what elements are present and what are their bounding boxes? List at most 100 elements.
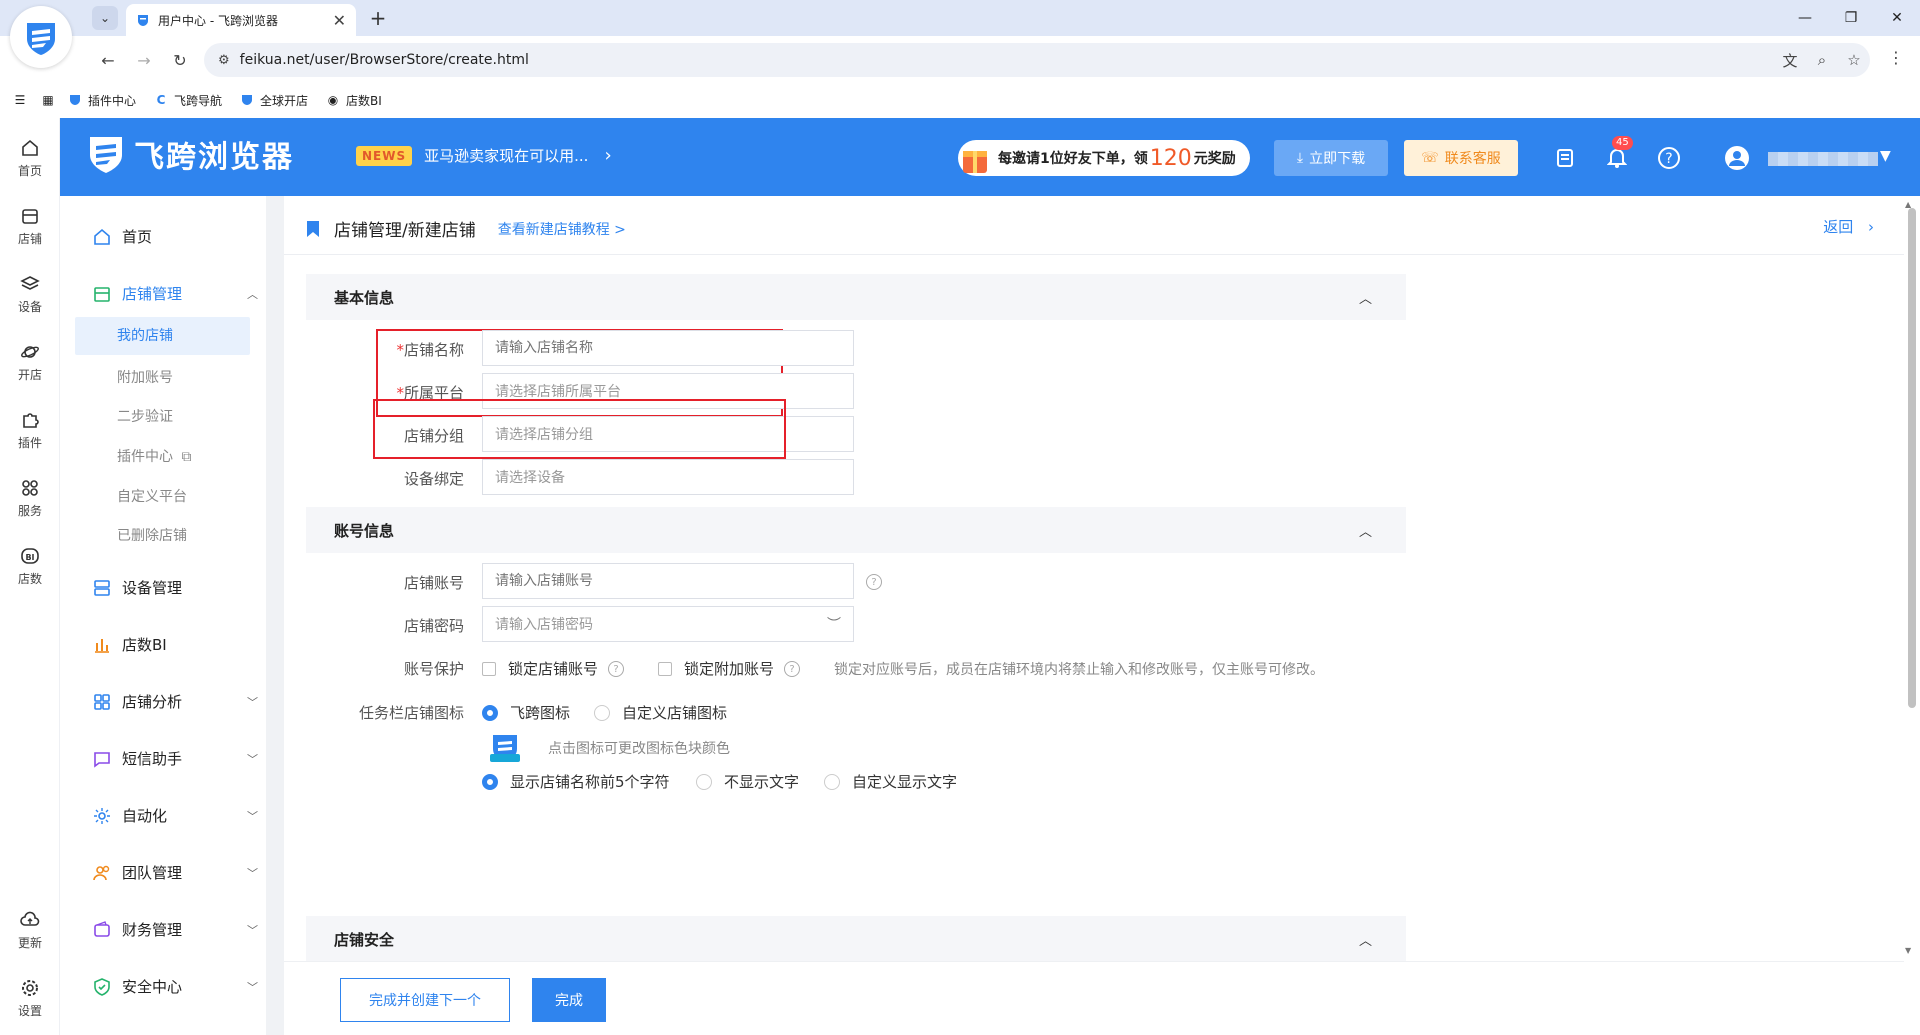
icon-feikua-label[interactable]: 飞跨图标 [510, 702, 570, 723]
rail-plugin[interactable]: 插件 [0, 410, 60, 451]
user-avatar-icon[interactable] [1724, 145, 1750, 171]
complete-and-create-next-button[interactable]: 完成并创建下一个 [340, 978, 510, 1022]
help-icon[interactable]: ? [784, 661, 800, 677]
document-icon[interactable] [1552, 145, 1578, 171]
reload-icon[interactable]: ↻ [168, 48, 192, 72]
chevron-up-icon[interactable]: ︿ [1359, 930, 1372, 949]
shield-logo-icon [27, 23, 55, 55]
rail-store[interactable]: 店铺 [0, 206, 60, 247]
download-button[interactable]: ⤓ 立即下载 [1274, 140, 1388, 176]
chevron-up-icon[interactable]: ︿ [1359, 521, 1372, 540]
sidebar-sub-2fa[interactable]: 二步验证 [117, 406, 173, 426]
sidebar-item-bi[interactable]: 店数BI [92, 634, 252, 655]
help-circle-icon[interactable]: ? [1656, 145, 1682, 171]
section-account-info[interactable]: 账号信息 ︿ [306, 507, 1406, 553]
rail-store-data[interactable]: BI 店数 [0, 546, 60, 587]
sidebar-item-finance[interactable]: 财务管理 ﹀ [92, 919, 258, 940]
account-input[interactable] [482, 563, 854, 599]
icon-feikua-radio[interactable] [482, 705, 498, 721]
tutorial-link[interactable]: 查看新建店铺教程 > [498, 219, 626, 239]
rail-open-store[interactable]: 开店 [0, 342, 60, 383]
sidebar-item-analysis[interactable]: 店铺分析 ﹀ [92, 691, 258, 712]
rail-update[interactable]: 更新 [0, 910, 60, 951]
bookmark-store-bi[interactable]: ◉ 店数BI [326, 92, 382, 109]
feikua-app-logo[interactable] [10, 6, 72, 68]
caret-down-icon[interactable]: ▼ [1880, 148, 1891, 164]
chevron-down-icon: ﹀ [247, 923, 258, 937]
store-taskbar-icon[interactable] [490, 732, 520, 764]
brand-logo[interactable]: 飞跨浏览器 [86, 132, 294, 176]
scroll-up-icon[interactable]: ▲ [1905, 200, 1911, 209]
icon-custom-label[interactable]: 自定义店铺图标 [622, 702, 727, 723]
browser-tab[interactable]: 用户中心 - 飞跨浏览器 ✕ [126, 4, 356, 36]
sidebar-sub-custom-platform[interactable]: 自定义平台 [117, 486, 187, 506]
complete-button[interactable]: 完成 [532, 978, 606, 1022]
bookmark-star-icon[interactable]: ☆ [1838, 51, 1870, 69]
lock-extra-label[interactable]: 锁定附加账号 [684, 658, 774, 679]
chevron-up-icon: ︿ [247, 287, 258, 301]
sidebar-sub-my-store[interactable]: 我的店铺 [75, 317, 250, 355]
help-icon[interactable]: ? [608, 661, 624, 677]
section-basic-info[interactable]: 基本信息 ︿ [306, 274, 1406, 320]
zoom-icon[interactable]: ⌕ [1806, 51, 1838, 69]
sidebar-item-sms[interactable]: 短信助手 ﹀ [92, 748, 258, 769]
store-name-input[interactable] [482, 330, 854, 366]
scroll-down-icon[interactable]: ▼ [1905, 946, 1911, 955]
rail-service[interactable]: 服务 [0, 478, 60, 519]
back-link[interactable]: 返回 › [1823, 216, 1874, 237]
sidebar-item-security[interactable]: 安全中心 ﹀ [92, 976, 258, 997]
text-first5-radio[interactable] [482, 774, 498, 790]
tab-search-button[interactable]: ⌄ [92, 6, 118, 30]
bookmark-feikua-nav[interactable]: C 飞跨导航 [154, 92, 222, 109]
form-footer: 完成并创建下一个 完成 [284, 961, 1904, 1035]
apps-grid-icon[interactable]: ▦ [40, 92, 56, 108]
text-custom-label[interactable]: 自定义显示文字 [852, 771, 957, 792]
sidebar-sub-plugin-center[interactable]: 插件中心 ⧉ [117, 446, 191, 466]
chevron-up-icon[interactable]: ︿ [1359, 288, 1372, 307]
sidebar-item-automation[interactable]: 自动化 ﹀ [92, 805, 258, 826]
icon-custom-radio[interactable] [594, 705, 610, 721]
page-scrollbar[interactable] [1908, 208, 1916, 708]
text-first5-label[interactable]: 显示店铺名称前5个字符 [510, 771, 670, 792]
minimize-icon[interactable]: — [1782, 0, 1828, 36]
translate-icon[interactable]: 文 [1774, 50, 1806, 71]
new-tab-button[interactable]: + [366, 6, 390, 30]
lock-store-checkbox[interactable] [482, 662, 496, 676]
sidebar-sub-extra-account[interactable]: 附加账号 [117, 367, 173, 387]
username-blurred[interactable] [1768, 152, 1878, 166]
eye-closed-icon[interactable]: ︶ [827, 614, 841, 634]
device-select[interactable]: 请选择设备 [482, 459, 854, 495]
sidebar-item-device-mgmt[interactable]: 设备管理 [92, 577, 252, 598]
lock-extra-checkbox[interactable] [658, 662, 672, 676]
lock-store-label[interactable]: 锁定店铺账号 [508, 658, 598, 679]
address-bar[interactable]: ⚙ feikua.net/user/BrowserStore/create.ht… [204, 43, 1870, 77]
sidebar-item-store-mgmt[interactable]: 店铺管理 ︿ [92, 283, 258, 304]
sidebar-toggle-icon[interactable]: ☰ [12, 92, 28, 108]
forward-arrow-icon[interactable]: → [132, 48, 156, 72]
password-input[interactable]: 请输入店铺密码 ︶ [482, 606, 854, 642]
news-ticker[interactable]: NEWS 亚马逊卖家现在可以用... › [356, 145, 612, 166]
tab-close-icon[interactable]: ✕ [333, 11, 346, 30]
text-none-radio[interactable] [696, 774, 712, 790]
contact-service-button[interactable]: ☏ 联系客服 [1404, 140, 1518, 176]
rail-device[interactable]: 设备 [0, 274, 60, 315]
back-arrow-icon[interactable]: ← [96, 48, 120, 72]
site-info-icon[interactable]: ⚙ [218, 53, 230, 68]
text-none-label[interactable]: 不显示文字 [724, 771, 799, 792]
rail-settings[interactable]: 设置 [0, 978, 60, 1019]
invite-promo-banner[interactable]: 每邀请1位好友下单，领 120 元奖励 [958, 140, 1250, 176]
chevron-down-icon: ﹀ [247, 809, 258, 823]
rail-home[interactable]: 首页 [0, 138, 60, 179]
sidebar-item-team[interactable]: 团队管理 ﹀ [92, 862, 258, 883]
text-custom-radio[interactable] [824, 774, 840, 790]
help-icon[interactable]: ? [866, 574, 882, 590]
restore-icon[interactable]: ❐ [1828, 0, 1874, 36]
bookmark-global-store[interactable]: 全球开店 [240, 92, 308, 109]
browser-menu-icon[interactable]: ⋮ [1884, 48, 1908, 67]
sidebar-sub-deleted-stores[interactable]: 已删除店铺 [117, 525, 187, 545]
bookmark-plugin-center[interactable]: 插件中心 [68, 92, 136, 109]
section-store-security[interactable]: 店铺安全 ︿ [306, 916, 1406, 962]
url-text[interactable]: feikua.net/user/BrowserStore/create.html [240, 52, 1774, 68]
sidebar-item-home[interactable]: 首页 [92, 226, 252, 247]
close-window-icon[interactable]: ✕ [1874, 0, 1920, 36]
